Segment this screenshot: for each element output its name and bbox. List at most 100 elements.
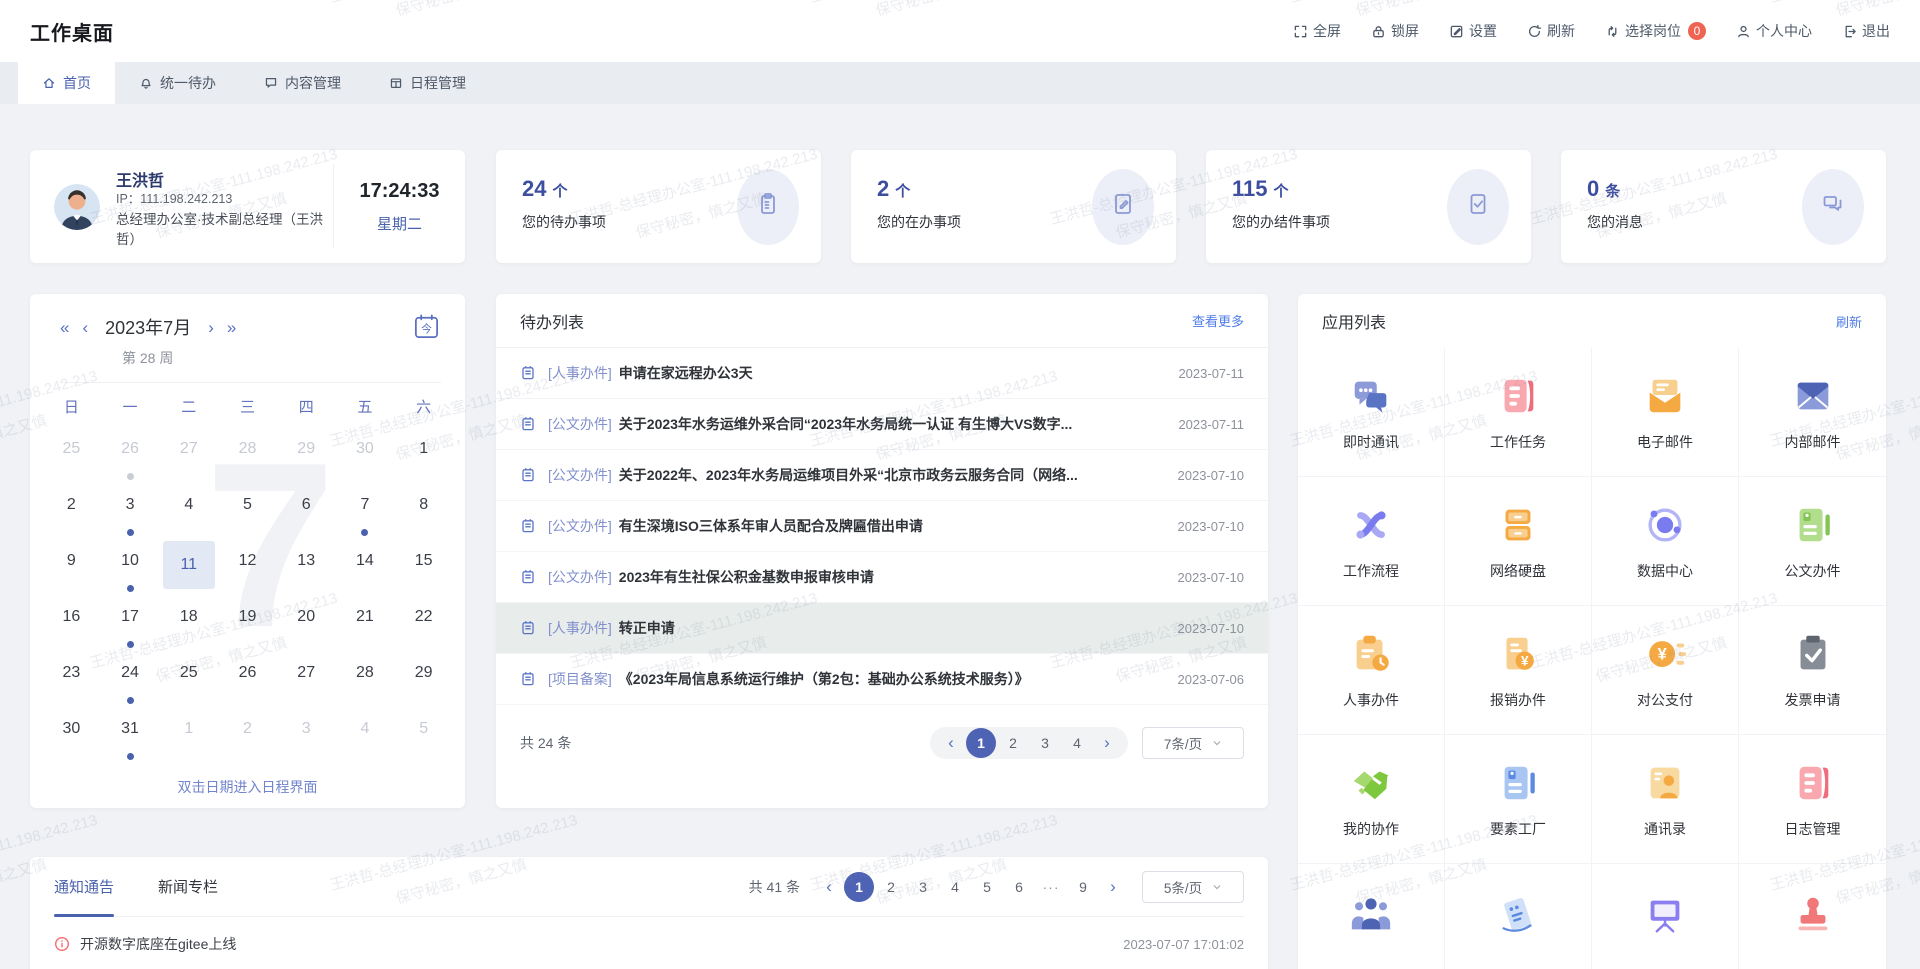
calendar-day[interactable]: 1 [394,429,453,485]
calendar-day[interactable]: 3 [101,485,160,541]
calendar-day[interactable]: 8 [394,485,453,541]
page-button[interactable]: 1 [844,872,874,902]
calendar-day[interactable]: 16 [42,597,101,653]
header-profile-button[interactable]: 个人中心 [1736,21,1812,41]
app-item-内部邮件[interactable]: 内部邮件 [1739,348,1886,477]
calendar-footer-link[interactable]: 双击日期进入日程界面 [30,777,465,797]
calendar-day[interactable]: 30 [42,709,101,765]
app-item[interactable] [1592,864,1739,969]
page-button[interactable]: 4 [940,872,970,902]
prev-year-button[interactable]: « [60,319,69,336]
notice-list-item[interactable]: 开源数字底座在gitee上线 2023-07-07 17:01:02 [54,934,1244,954]
next-year-button[interactable]: » [227,319,236,336]
calendar-day[interactable]: 20 [277,597,336,653]
tab-home[interactable]: 首页 [18,62,115,104]
app-item-日志管理[interactable]: 日志管理 [1739,735,1886,864]
calendar-day[interactable]: 2 [218,709,277,765]
calendar-day[interactable]: 27 [277,653,336,709]
calendar-day[interactable]: 4 [159,485,218,541]
calendar-day[interactable]: 27 [159,429,218,485]
app-item[interactable] [1739,864,1886,969]
calendar-day[interactable]: 29 [277,429,336,485]
todo-item[interactable]: [人事办件]转正申请2023-07-10 [496,603,1268,654]
calendar-day[interactable]: 28 [218,429,277,485]
page-button[interactable]: 5 [972,872,1002,902]
todo-item[interactable]: [公文办件]关于2022年、2023年水务局运维项目外采“北京市政务云服务合同（… [496,450,1268,501]
stat-card-1[interactable]: 2个您的在办事项 [851,150,1176,263]
next-month-button[interactable]: › [208,319,214,336]
page-button[interactable]: 4 [1062,728,1092,758]
calendar-day[interactable]: 12 [218,541,277,597]
app-item-人事办件[interactable]: 人事办件 [1298,606,1445,735]
calendar-day[interactable]: 29 [394,653,453,709]
header-select-post-button[interactable]: 选择岗位0 [1605,21,1706,41]
calendar-day[interactable]: 30 [336,429,395,485]
prev-page-button[interactable]: ‹ [938,733,964,753]
header-logout-button[interactable]: 退出 [1842,21,1890,41]
calendar-day[interactable]: 10 [101,541,160,597]
stat-card-3[interactable]: 0条您的消息 [1561,150,1886,263]
app-item[interactable] [1445,864,1592,969]
page-button[interactable]: 3 [908,872,938,902]
app-item-发票申请[interactable]: 发票申请 [1739,606,1886,735]
page-size-select[interactable]: 5条/页 [1142,871,1244,903]
calendar-day[interactable]: 28 [336,653,395,709]
tab-content[interactable]: 内容管理 [240,62,365,104]
notices-tab-0[interactable]: 通知通告 [54,857,114,916]
page-button[interactable]: 2 [998,728,1028,758]
todo-item[interactable]: [公文办件]关于2023年水务运维外采合同“2023年水务局统一认证 有生博大V… [496,399,1268,450]
calendar-day[interactable]: 17 [101,597,160,653]
stat-card-2[interactable]: 115个您的办结件事项 [1206,150,1531,263]
calendar-day[interactable]: 5 [394,709,453,765]
calendar-day[interactable]: 24 [101,653,160,709]
tab-todo[interactable]: 统一待办 [115,62,240,104]
app-item-对公支付[interactable]: ¥对公支付 [1592,606,1739,735]
calendar-day-selected[interactable]: 11 [159,541,218,597]
notices-tab-1[interactable]: 新闻专栏 [158,857,218,916]
calendar-day[interactable]: 1 [159,709,218,765]
calendar-day[interactable]: 21 [336,597,395,653]
app-item-工作流程[interactable]: 工作流程 [1298,477,1445,606]
app-item-工作任务[interactable]: 工作任务 [1445,348,1592,477]
calendar-day[interactable]: 25 [159,653,218,709]
tab-schedule[interactable]: 日程管理 [365,62,490,104]
app-item-数据中心[interactable]: 数据中心 [1592,477,1739,606]
stat-card-0[interactable]: 24个您的待办事项 [496,150,821,263]
calendar-day[interactable]: 26 [218,653,277,709]
calendar-day[interactable]: 25 [42,429,101,485]
calendar-day[interactable]: 2 [42,485,101,541]
todo-item[interactable]: [人事办件]申请在家远程办公3天2023-07-11 [496,348,1268,399]
calendar-day[interactable]: 3 [277,709,336,765]
todo-item[interactable]: [公文办件]2023年有生社保公积金基数申报审核申请2023-07-10 [496,552,1268,603]
calendar-day[interactable]: 23 [42,653,101,709]
calendar-day[interactable]: 6 [277,485,336,541]
page-button[interactable]: 3 [1030,728,1060,758]
page-button[interactable]: 1 [966,728,996,758]
next-page-button[interactable]: › [1100,877,1126,897]
page-button[interactable]: 9 [1068,872,1098,902]
calendar-day[interactable]: 13 [277,541,336,597]
calendar-day[interactable]: 31 [101,709,160,765]
page-size-select[interactable]: 7条/页 [1142,727,1244,759]
calendar-day[interactable]: 5 [218,485,277,541]
calendar-day[interactable]: 9 [42,541,101,597]
app-item-要素工厂[interactable]: 要素工厂 [1445,735,1592,864]
calendar-day[interactable]: 26 [101,429,160,485]
header-lock-screen-button[interactable]: 锁屏 [1371,21,1419,41]
app-item-即时通讯[interactable]: 即时通讯 [1298,348,1445,477]
prev-month-button[interactable]: ‹ [82,319,88,336]
todo-item[interactable]: [公文办件]有生深境ISO三体系年审人员配合及牌匾借出申请2023-07-10 [496,501,1268,552]
today-icon[interactable]: 今 [412,312,441,346]
header-settings-button[interactable]: 设置 [1449,21,1497,41]
avatar[interactable] [54,184,100,230]
app-item[interactable] [1298,864,1445,969]
refresh-apps-link[interactable]: 刷新 [1836,312,1862,331]
page-button[interactable]: 6 [1004,872,1034,902]
page-button[interactable]: 2 [876,872,906,902]
view-more-link[interactable]: 查看更多 [1192,311,1244,330]
calendar-day[interactable]: 14 [336,541,395,597]
header-refresh-button[interactable]: 刷新 [1527,21,1575,41]
calendar-day[interactable]: 19 [218,597,277,653]
calendar-day[interactable]: 18 [159,597,218,653]
app-item-通讯录[interactable]: 通讯录 [1592,735,1739,864]
